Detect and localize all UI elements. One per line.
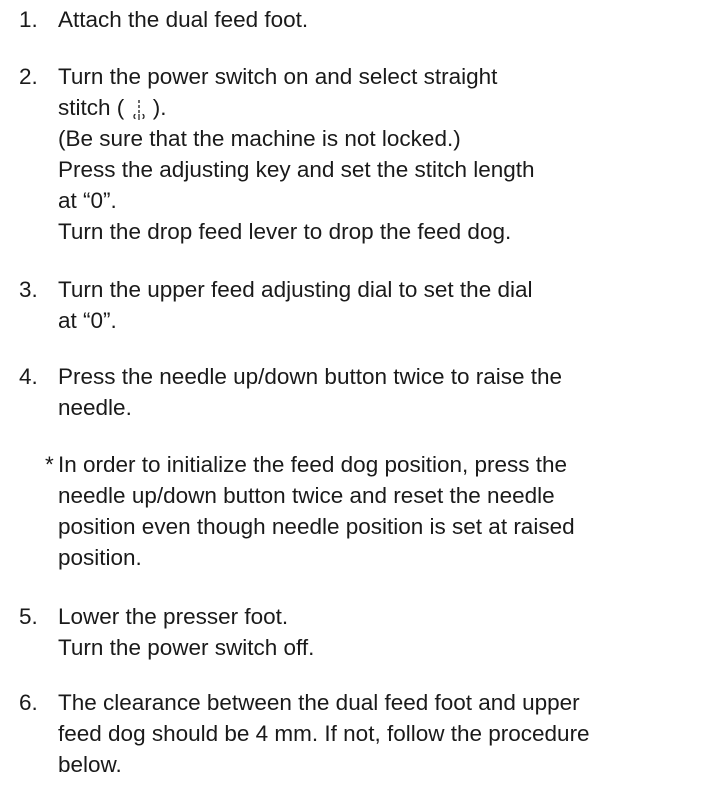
step-text: Lower the presser foot. Turn the power s…	[58, 601, 698, 663]
step-line-text: stitch (	[58, 95, 131, 120]
step-line: Attach the dual feed foot.	[58, 7, 309, 32]
step-text: Press the needle up/down button twice to…	[58, 361, 698, 423]
step-line: at “0”.	[58, 188, 117, 213]
step-number: 5.	[19, 604, 38, 629]
step-line: Lower the presser foot.	[58, 604, 289, 629]
note-text: In order to initialize the feed dog posi…	[58, 449, 698, 573]
step-text: Turn the upper feed adjusting dial to se…	[58, 274, 698, 336]
step-line-with-icon: stitch ( ).	[58, 92, 698, 123]
step-line: Press the adjusting key and set the stit…	[58, 157, 535, 182]
step-line: Turn the power switch on and select stra…	[58, 64, 498, 89]
step-line: The clearance between the dual feed foot…	[58, 690, 580, 715]
step-line: at “0”.	[58, 308, 117, 333]
step-line: feed dog should be 4 mm. If not, follow …	[58, 721, 590, 746]
step-number: 1.	[19, 7, 38, 32]
step-number: 2.	[19, 64, 38, 89]
step-number: 4.	[19, 364, 38, 389]
step-line: Turn the power switch off.	[58, 635, 315, 660]
step-line: Turn the drop feed lever to drop the fee…	[58, 219, 512, 244]
step-line: (Be sure that the machine is not locked.…	[58, 126, 461, 151]
note-line: position.	[58, 545, 142, 570]
step-line: needle.	[58, 395, 132, 420]
straight-stitch-icon	[131, 99, 147, 121]
step-line: below.	[58, 752, 122, 777]
note-asterisk: *	[45, 452, 54, 477]
note-line: position even though needle position is …	[58, 514, 575, 539]
note-line: needle up/down button twice and reset th…	[58, 483, 555, 508]
step-text: Turn the power switch on and select stra…	[58, 61, 698, 247]
step-text: Attach the dual feed foot.	[58, 4, 698, 35]
step-line-text: ).	[146, 95, 167, 120]
step-number: 6.	[19, 690, 38, 715]
instruction-page: 1. Attach the dual feed foot. 2. Turn th…	[0, 0, 706, 787]
step-line: Turn the upper feed adjusting dial to se…	[58, 277, 533, 302]
step-number: 3.	[19, 277, 38, 302]
step-text: The clearance between the dual feed foot…	[58, 687, 698, 780]
note-line: In order to initialize the feed dog posi…	[58, 452, 568, 477]
step-line: Press the needle up/down button twice to…	[58, 364, 563, 389]
